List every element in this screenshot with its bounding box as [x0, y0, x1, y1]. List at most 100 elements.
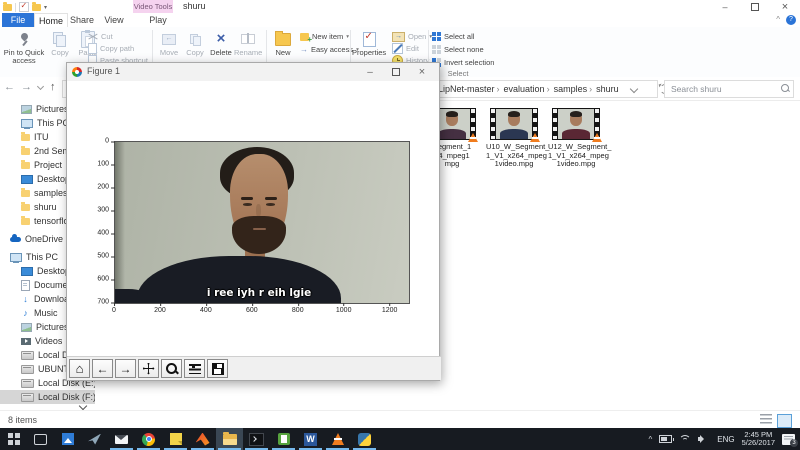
- volume-icon[interactable]: [698, 435, 710, 443]
- tray-expand-icon[interactable]: ^: [649, 435, 653, 444]
- tab-share[interactable]: Share: [66, 13, 98, 27]
- sidebar-item-icon: [21, 175, 33, 184]
- address-dropdown-icon[interactable]: [630, 85, 638, 93]
- collapse-ribbon-icon[interactable]: ^: [776, 15, 780, 24]
- file-item[interactable]: U10_W_Segment_ 1_V1_x264_mpeg 1video.mpg: [486, 108, 542, 169]
- minimize-button[interactable]: [710, 2, 740, 12]
- figure-canvas[interactable]: i ree iyh r eih lgie 0100200300400500600…: [67, 81, 439, 358]
- new-folder-icon[interactable]: [32, 4, 41, 11]
- configure-subplots-icon[interactable]: [184, 359, 205, 378]
- properties-check-icon[interactable]: [19, 2, 29, 12]
- forward-icon[interactable]: →: [21, 81, 32, 93]
- help-icon[interactable]: ?: [786, 15, 796, 25]
- matlab-icon[interactable]: [189, 428, 216, 450]
- qat-dropdown-icon[interactable]: ▾: [44, 4, 47, 11]
- invert-selection-button[interactable]: Invert selection: [432, 57, 494, 68]
- file-list: Segment_1 64_mpeg1 mpg U10_W_Segme: [424, 108, 604, 169]
- y-tick-label: 200: [81, 184, 109, 191]
- large-icons-view-icon[interactable]: [777, 414, 792, 428]
- folder-icon[interactable]: [3, 4, 12, 11]
- delete-button[interactable]: Delete: [208, 29, 234, 57]
- recent-locations-icon[interactable]: [38, 83, 44, 89]
- x-tick-label: 600: [246, 307, 258, 314]
- scissors-icon: [88, 32, 98, 41]
- breadcrumb-item[interactable]: shuru: [589, 84, 619, 94]
- forward-icon[interactable]: [115, 359, 136, 378]
- save-icon[interactable]: [207, 359, 228, 378]
- breadcrumb-item[interactable]: LipNet-master: [431, 84, 495, 94]
- sticky-notes-icon[interactable]: [162, 428, 189, 450]
- y-tick-label: 0: [81, 138, 109, 145]
- pan-icon[interactable]: [138, 359, 159, 378]
- figure-close-button[interactable]: [409, 66, 435, 78]
- breadcrumb-item[interactable]: samples: [547, 84, 588, 94]
- search-input[interactable]: [669, 82, 778, 96]
- scroll-down-icon[interactable]: [80, 403, 87, 410]
- divider: [15, 3, 16, 12]
- figure-title: Figure 1: [87, 66, 120, 76]
- up-icon[interactable]: ↑: [50, 81, 56, 93]
- word-icon[interactable]: [297, 428, 324, 450]
- start-icon[interactable]: [0, 428, 27, 450]
- pin-to-quick-access-button[interactable]: Pin to Quick access: [2, 29, 46, 65]
- battery-icon[interactable]: [659, 435, 672, 443]
- contextual-tab-video-tools[interactable]: Video Tools: [133, 0, 173, 13]
- task-view-icon[interactable]: [27, 428, 54, 450]
- figure-titlebar[interactable]: Figure 1: [67, 63, 439, 82]
- matplotlib-figure-window: Figure 1 i ree iyh r eih lgie 0100200300…: [66, 62, 440, 381]
- edit-icon: [392, 43, 403, 54]
- copy-path-button[interactable]: Copy path: [88, 43, 134, 54]
- copy-to-button[interactable]: Copy: [182, 29, 208, 57]
- sidebar-item-icon: [21, 295, 30, 304]
- back-icon[interactable]: [92, 359, 113, 378]
- video-thumbnail: [490, 108, 538, 140]
- chrome-icon[interactable]: [135, 428, 162, 450]
- figure-maximize-button[interactable]: [383, 67, 409, 78]
- file-explorer-icon[interactable]: [216, 428, 243, 450]
- details-view-icon[interactable]: [760, 414, 772, 425]
- mail-icon[interactable]: [108, 428, 135, 450]
- python-icon[interactable]: [351, 428, 378, 450]
- cut-button[interactable]: Cut: [88, 31, 113, 42]
- properties-button[interactable]: Properties: [352, 29, 386, 57]
- thumbnail-photo: [558, 109, 594, 139]
- rename-button[interactable]: Rename: [234, 29, 262, 57]
- open-button[interactable]: Open ▾: [392, 31, 432, 42]
- new-item-button[interactable]: New item ▾: [300, 31, 349, 42]
- tab-play[interactable]: Play: [138, 13, 178, 27]
- file-item[interactable]: U12_W_Segment_ 1_V1_x264_mpeg 1video.mpg: [548, 108, 604, 169]
- vlc-icon[interactable]: [324, 428, 351, 450]
- app-icon[interactable]: [81, 428, 108, 450]
- move-to-button[interactable]: Move: [156, 29, 182, 57]
- edit-button[interactable]: Edit: [392, 43, 419, 54]
- breadcrumb-item[interactable]: evaluation: [497, 84, 545, 94]
- select-none-button[interactable]: Select none: [432, 44, 484, 55]
- predicted-caption: i ree iyh r eih lgie: [207, 287, 311, 299]
- search-box[interactable]: [664, 80, 794, 98]
- wifi-icon[interactable]: [679, 435, 691, 443]
- tab-view[interactable]: View: [98, 13, 130, 27]
- filmstrip-edge: [491, 109, 495, 139]
- tab-home[interactable]: Home: [34, 13, 68, 28]
- clock[interactable]: 2:45 PM 5/26/2017: [742, 431, 775, 448]
- tab-file[interactable]: File: [2, 13, 34, 27]
- restore-button[interactable]: [740, 2, 770, 12]
- photos-icon[interactable]: [54, 428, 81, 450]
- notification-center-icon[interactable]: 3: [782, 434, 795, 445]
- sidebar-item-icon: [21, 204, 30, 211]
- copy-button[interactable]: Copy: [46, 29, 74, 57]
- command-prompt-icon[interactable]: [243, 428, 270, 450]
- new-folder-button[interactable]: New: [270, 29, 296, 57]
- figure-minimize-button[interactable]: [357, 67, 383, 78]
- person-beard: [232, 216, 286, 254]
- home-icon[interactable]: [69, 359, 90, 378]
- select-all-button[interactable]: Select all: [432, 31, 474, 42]
- text-editor-icon[interactable]: [270, 428, 297, 450]
- close-button[interactable]: [770, 1, 800, 13]
- language-indicator[interactable]: ENG: [717, 435, 734, 444]
- zoom-icon[interactable]: [161, 359, 182, 378]
- x-tick-label: 200: [154, 307, 166, 314]
- sidebar-item[interactable]: Local Disk (F:): [0, 390, 95, 404]
- y-tick-label: 100: [81, 161, 109, 168]
- back-icon[interactable]: ←: [4, 81, 15, 93]
